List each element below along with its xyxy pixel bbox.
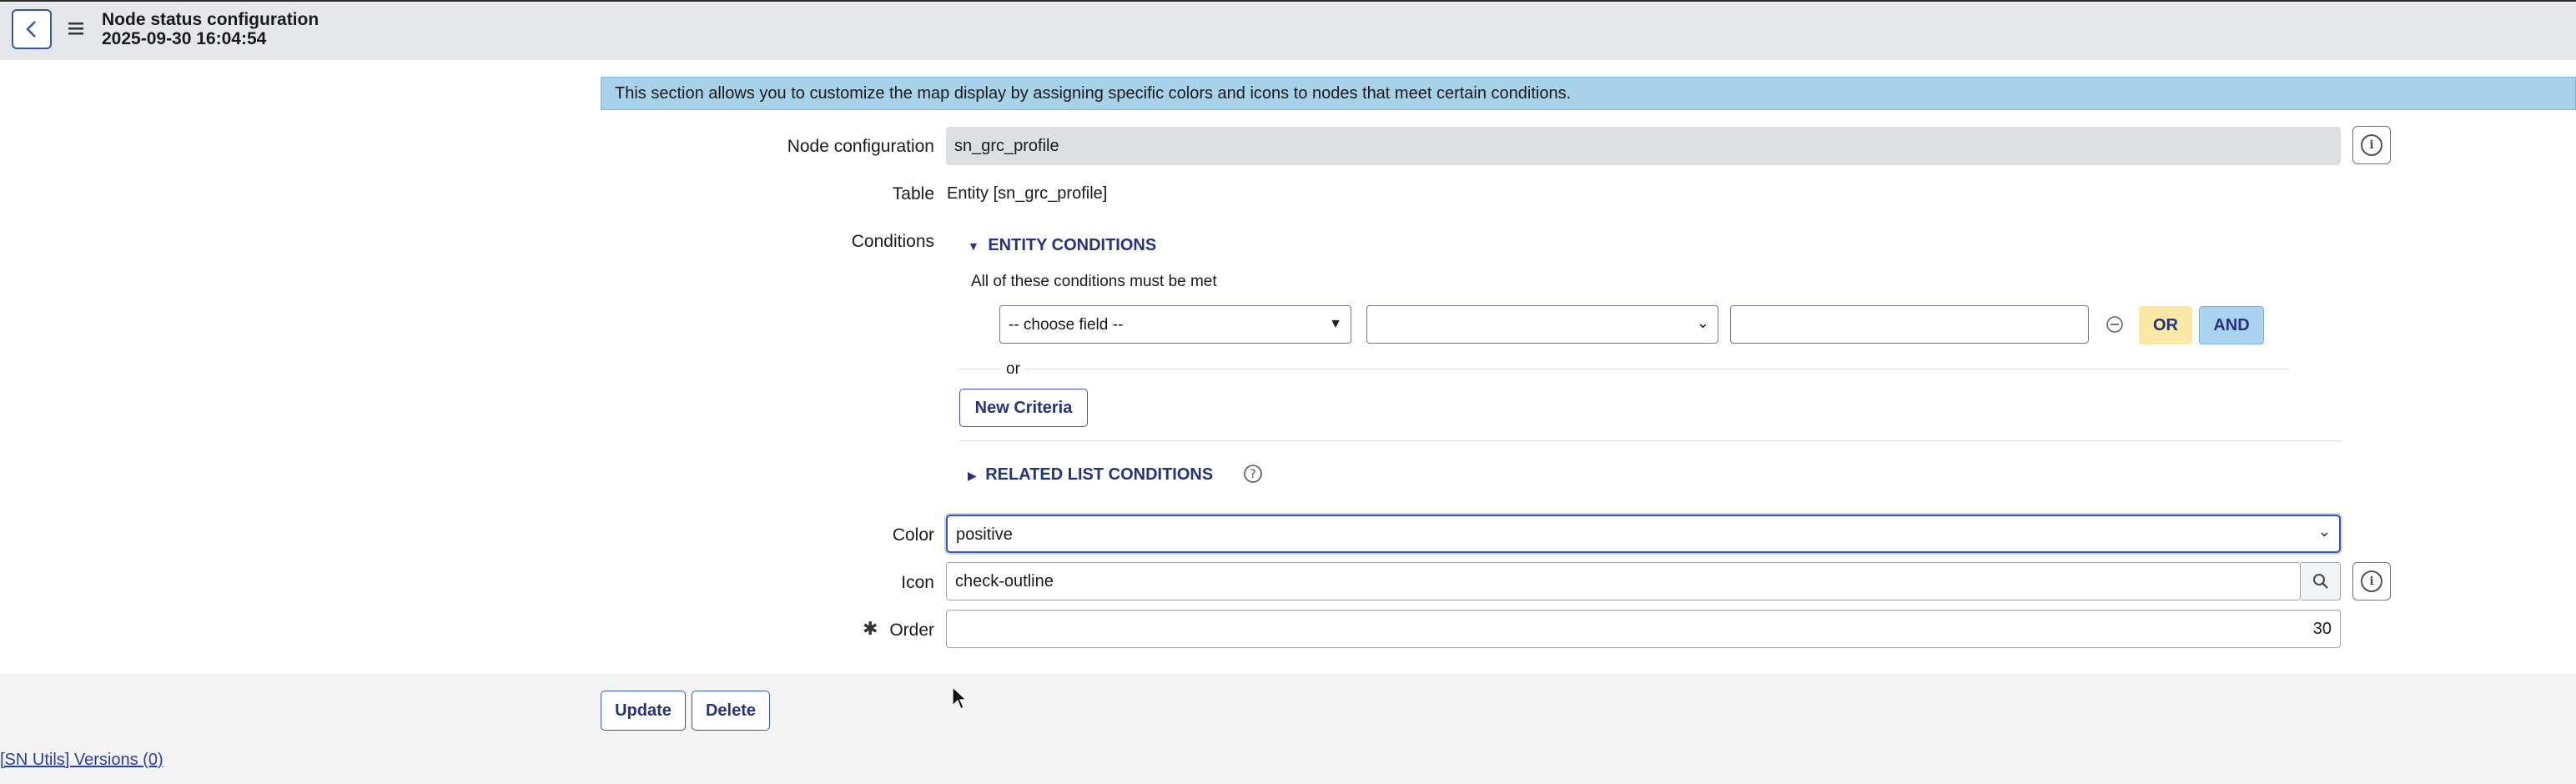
chevron-down-icon: ⌄ <box>1696 314 1709 331</box>
conditions-label: Conditions <box>851 232 934 251</box>
help-icon[interactable]: ? <box>1243 464 1263 484</box>
triangle-down-icon: ▼ <box>968 239 979 253</box>
remove-condition-icon[interactable] <box>2106 315 2124 334</box>
new-criteria-button[interactable]: New Criteria <box>959 389 1088 427</box>
icon-input[interactable]: check-outline <box>946 562 2301 601</box>
or-separator: or <box>1001 360 1025 379</box>
entity-conditions-heading: ENTITY CONDITIONS <box>988 236 1157 254</box>
color-select[interactable]: positive ⌄ <box>946 515 2341 553</box>
triangle-right-icon: ▶ <box>968 469 977 482</box>
order-input[interactable]: 30 <box>946 610 2341 648</box>
operator-select[interactable]: ⌄ <box>1366 305 1718 344</box>
entity-conditions-toggle[interactable]: ▼ ENTITY CONDITIONS <box>968 236 1156 255</box>
back-button[interactable] <box>12 9 52 49</box>
table-value: Entity [sn_grc_profile] <box>947 184 1108 203</box>
info-icon: i <box>2361 134 2382 156</box>
node-configuration-info-button[interactable]: i <box>2352 126 2391 164</box>
condition-value-input[interactable] <box>1730 305 2089 344</box>
search-icon <box>2312 574 2328 589</box>
info-banner: This section allows you to customize the… <box>601 77 2576 110</box>
chevron-down-icon: ⌄ <box>2317 523 2331 540</box>
order-label: Order <box>889 621 934 640</box>
form-header <box>0 0 2576 60</box>
icon-lookup-button[interactable] <box>2301 562 2341 601</box>
color-value: positive <box>956 525 1013 544</box>
related-divider <box>959 440 2342 441</box>
update-button[interactable]: Update <box>601 691 686 731</box>
node-configuration-label: Node configuration <box>787 137 934 156</box>
choose-field-value: -- choose field -- <box>1009 316 1124 334</box>
svg-text:?: ? <box>1250 468 1255 481</box>
mouse-cursor-icon <box>952 686 968 710</box>
table-label: Table <box>892 184 934 204</box>
sn-utils-versions-link[interactable]: [SN Utils] Versions (0) <box>0 751 164 770</box>
info-icon: i <box>2361 570 2382 592</box>
record-timestamp: 2025-09-30 16:04:54 <box>102 29 267 48</box>
related-list-conditions-toggle[interactable]: ▶ RELATED LIST CONDITIONS <box>968 465 1213 485</box>
icon-info-button[interactable]: i <box>2352 562 2391 601</box>
related-list-conditions-heading: RELATED LIST CONDITIONS <box>985 465 1214 484</box>
or-button[interactable]: OR <box>2139 306 2192 344</box>
hamburger-menu-icon[interactable] <box>67 18 85 38</box>
color-label: Color <box>892 525 934 545</box>
all-conditions-text: All of these conditions must be met <box>971 273 1217 290</box>
caret-down-icon: ▼ <box>1329 317 1342 331</box>
choose-field-select[interactable]: -- choose field -- ▼ <box>999 305 1351 344</box>
delete-button[interactable]: Delete <box>692 691 770 731</box>
form-title: Node status configuration <box>102 10 319 29</box>
node-configuration-field[interactable]: sn_grc_profile <box>946 127 2341 165</box>
chevron-left-icon <box>26 21 36 38</box>
and-button[interactable]: AND <box>2199 306 2264 344</box>
icon-label: Icon <box>901 573 934 592</box>
